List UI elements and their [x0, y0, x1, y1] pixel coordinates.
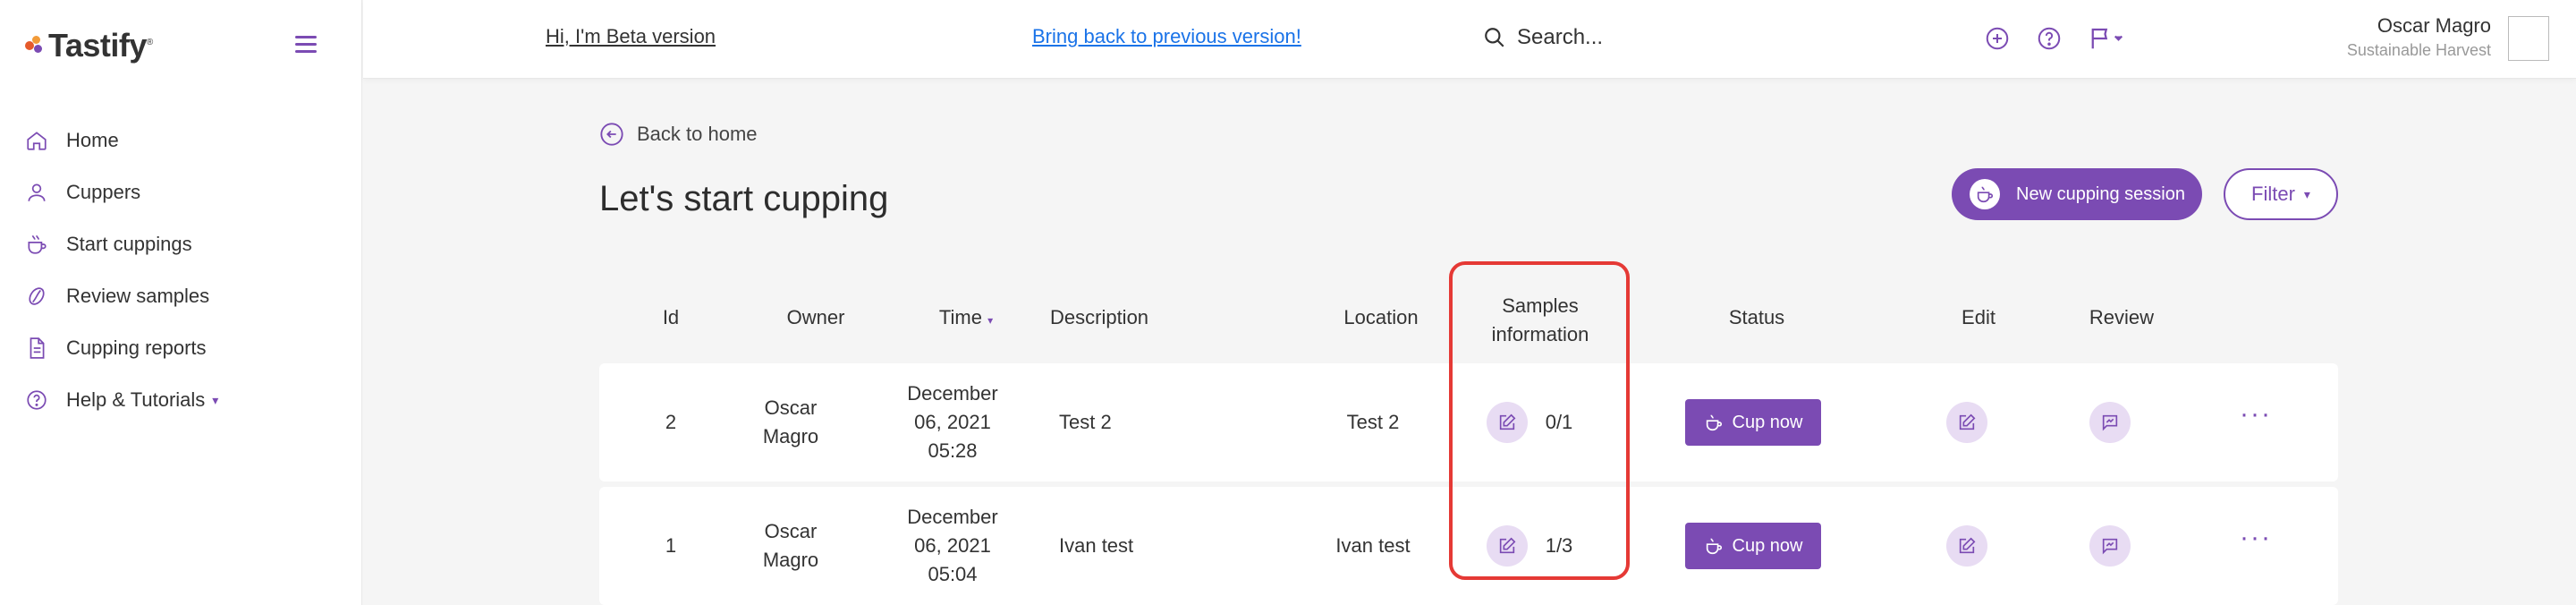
top-header: Hi, I'm Beta version Bring back to previ…: [363, 0, 2576, 79]
edit-icon: [1959, 413, 1976, 430]
edit-session-button[interactable]: [1946, 402, 1987, 443]
sidebar-item-label: Cupping reports: [66, 337, 207, 359]
search-icon: [1485, 28, 1504, 47]
filter-button[interactable]: Filter ▾: [2224, 168, 2338, 220]
sort-down-icon: ▾: [987, 314, 994, 327]
sidebar-item-review-samples[interactable]: Review samples: [25, 270, 218, 322]
review-chart-icon: [2102, 414, 2118, 431]
bring-back-previous-link[interactable]: Bring back to previous version!: [1032, 25, 1301, 48]
cell-time: December 06, 2021 05:04: [907, 506, 998, 585]
back-arrow-icon: [600, 123, 623, 146]
search-input[interactable]: [1517, 25, 1821, 50]
column-header-time[interactable]: Time ▾: [921, 306, 1011, 329]
sidebar-item-start-cuppings[interactable]: Start cuppings: [25, 218, 218, 270]
review-button[interactable]: [2089, 402, 2131, 443]
review-chart-icon: [2102, 538, 2118, 555]
cell-location: Test 2: [1346, 411, 1400, 433]
question-icon: [27, 390, 47, 410]
edit-session-button[interactable]: [1946, 525, 1987, 567]
menu-toggle-icon[interactable]: [295, 36, 317, 54]
logo[interactable]: Tastify®: [25, 27, 153, 64]
logo-text: Tastify®: [48, 27, 153, 64]
flag-dropdown-icon[interactable]: [2088, 25, 2127, 52]
chevron-down-icon: ▾: [2303, 186, 2310, 201]
cup-now-button[interactable]: Cup now: [1685, 399, 1821, 446]
column-header-review[interactable]: Review: [2077, 306, 2166, 329]
column-header-location[interactable]: Location: [1336, 306, 1426, 329]
cup-icon: [1970, 179, 2000, 209]
sidebar-item-cupping-reports[interactable]: Cupping reports: [25, 322, 218, 374]
sidebar-nav: Home Cuppers Start cuppings Review sampl…: [25, 115, 218, 426]
cell-description: Ivan test: [1059, 534, 1134, 557]
cell-owner: Oscar Magro: [762, 520, 819, 571]
page-title: Let's start cupping: [599, 179, 889, 218]
samples-column-highlight: [1449, 261, 1630, 580]
new-session-label: New cupping session: [2016, 183, 2185, 204]
search-bar[interactable]: [1483, 20, 1841, 55]
review-button[interactable]: [2089, 525, 2131, 567]
new-cupping-session-button[interactable]: New cupping session: [1952, 168, 2202, 220]
sidebar-item-home[interactable]: Home: [25, 115, 218, 166]
sidebar-item-label: Start cuppings: [66, 233, 192, 255]
sidebar-item-cuppers[interactable]: Cuppers: [25, 166, 218, 218]
user-company: Sustainable Harvest: [2346, 41, 2491, 59]
back-to-home-link[interactable]: Back to home: [599, 122, 758, 147]
sidebar-item-help[interactable]: Help & Tutorials ▾: [25, 374, 218, 426]
beta-version-link[interactable]: Hi, I'm Beta version: [546, 25, 716, 48]
document-icon: [30, 337, 45, 359]
cup-now-button[interactable]: Cup now: [1685, 523, 1821, 569]
cell-description: Test 2: [1059, 411, 1112, 433]
column-header-owner[interactable]: Owner: [771, 306, 860, 329]
back-label: Back to home: [637, 123, 758, 145]
bean-icon: [29, 287, 45, 305]
sidebar-item-label: Home: [66, 129, 119, 151]
header-actions: [1984, 25, 2127, 52]
edit-icon: [1959, 537, 1976, 554]
cup-icon: [1706, 414, 1722, 431]
sidebar-item-label: Help & Tutorials: [66, 388, 206, 411]
cell-owner: Oscar Magro: [762, 396, 819, 447]
user-icon: [28, 183, 46, 201]
cup-icon: [28, 235, 47, 254]
column-header-edit[interactable]: Edit: [1934, 306, 2023, 329]
more-options-icon[interactable]: ···: [2240, 399, 2272, 430]
cell-time: December 06, 2021 05:28: [907, 382, 998, 462]
logo-mark-icon: [25, 36, 45, 55]
column-header-status[interactable]: Status: [1703, 306, 1810, 329]
user-info[interactable]: Oscar Magro Sustainable Harvest: [2347, 14, 2491, 60]
cell-location: Ivan test: [1335, 534, 1411, 557]
cup-icon: [1706, 538, 1722, 555]
user-name: Oscar Magro: [2377, 14, 2491, 37]
column-header-id[interactable]: Id: [635, 306, 707, 329]
add-circle-icon[interactable]: [1984, 25, 2011, 52]
sidebar-item-label: Cuppers: [66, 181, 141, 203]
column-header-description[interactable]: Description: [1050, 306, 1193, 329]
sidebar-item-label: Review samples: [66, 285, 210, 307]
help-circle-icon[interactable]: [2036, 25, 2063, 52]
chevron-down-icon: ▾: [212, 392, 219, 407]
more-options-icon[interactable]: ···: [2240, 523, 2272, 553]
avatar[interactable]: [2508, 16, 2549, 61]
filter-label: Filter: [2251, 183, 2295, 205]
home-icon: [27, 132, 47, 150]
sidebar: Tastify® Home Cuppers Start cuppings Rev…: [0, 0, 362, 605]
